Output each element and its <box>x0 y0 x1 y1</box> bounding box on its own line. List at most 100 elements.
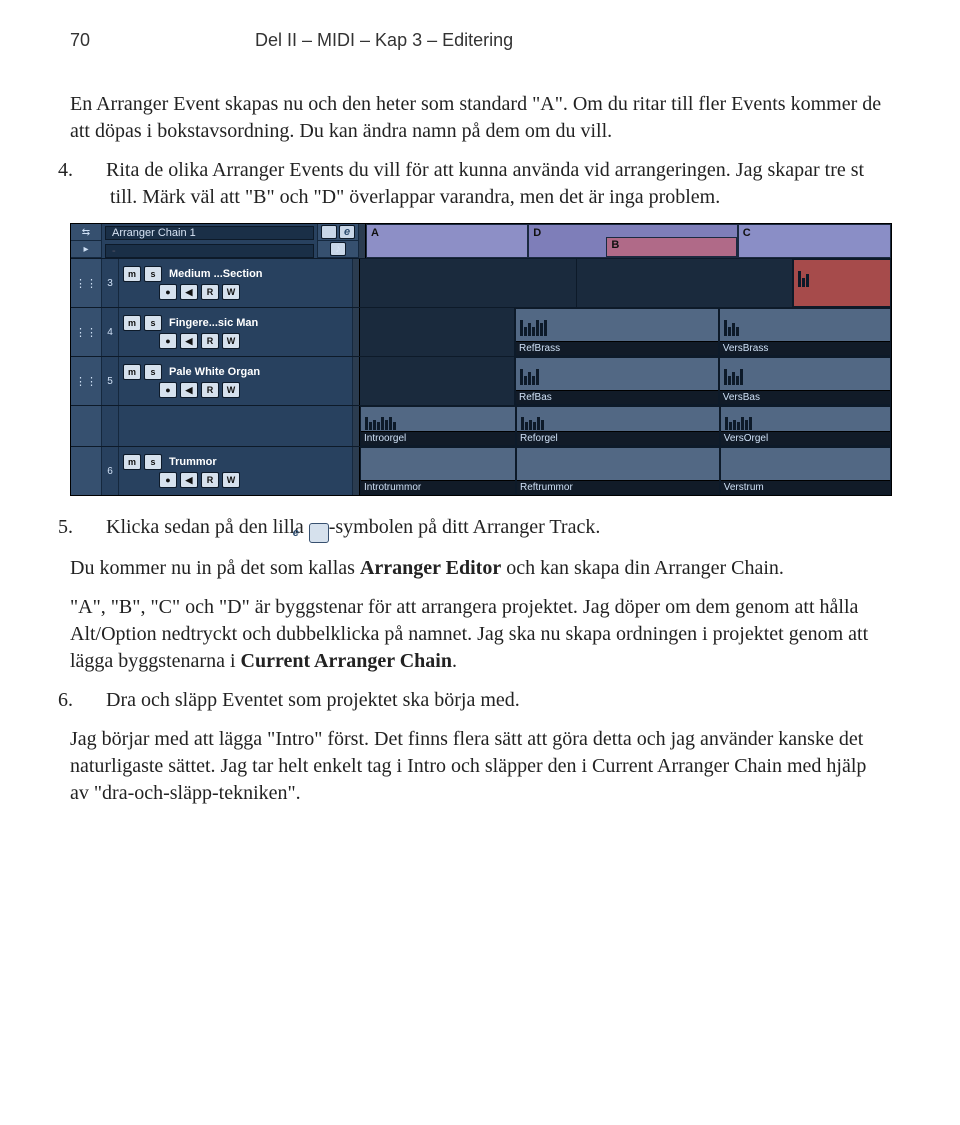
monitor-button[interactable]: ◀ <box>180 382 198 398</box>
clip-label: VersOrgel <box>721 431 890 445</box>
write-button[interactable]: W <box>222 333 240 349</box>
track-number <box>102 406 119 446</box>
monitor-button[interactable]: ◀ <box>180 284 198 300</box>
record-button[interactable]: ● <box>159 333 177 349</box>
divider <box>353 357 360 405</box>
midi-clip-refbas[interactable]: RefBas <box>515 357 719 405</box>
track-name: Fingere...sic Man <box>165 317 258 329</box>
clip-label: Introtrummor <box>361 480 515 494</box>
track-handle-icon[interactable]: ⋮⋮ <box>71 357 102 405</box>
midi-clip-refbrass[interactable]: RefBrass <box>515 308 719 356</box>
mute-button[interactable]: m <box>123 315 141 331</box>
track-lane[interactable]: RefBas VersBas <box>360 357 891 405</box>
arranger-chain-header: ⇆ ▸ Arranger Chain 1 - e ♪ A D <box>71 224 891 258</box>
arranger-note-button[interactable]: ♪ <box>330 242 346 256</box>
monitor-button[interactable]: ◀ <box>180 333 198 349</box>
track-lane[interactable]: Introtrummor Reftrummor Verstrum <box>360 447 891 495</box>
step-number: 4. <box>84 157 106 184</box>
step-5: 5.Klicka sedan på den lilla e-symbolen p… <box>70 514 890 543</box>
track-lane[interactable] <box>360 259 891 307</box>
midi-clip-reftrummor[interactable]: Reftrummor <box>516 447 720 495</box>
mute-button[interactable]: m <box>123 454 141 470</box>
midi-clip-verstrum[interactable]: Verstrum <box>720 447 891 495</box>
divider <box>359 224 366 258</box>
mute-button[interactable]: m <box>123 364 141 380</box>
document-page: 70 Del II – MIDI – Kap 3 – Editering En … <box>0 0 960 869</box>
track-header[interactable]: m s Pale White Organ ● ◀ R W <box>119 357 353 405</box>
solo-button[interactable]: s <box>144 266 162 282</box>
write-button[interactable]: W <box>222 472 240 488</box>
arranger-prev-button[interactable] <box>321 225 337 239</box>
mute-button[interactable]: m <box>123 266 141 282</box>
track-handle-icon[interactable]: ⋮⋮ <box>71 308 102 356</box>
arranger-event-c[interactable]: C <box>738 224 891 258</box>
paragraph-building-blocks: "A", "B", "C" och "D" är byggstenar för … <box>70 594 890 675</box>
arranger-chain-sub-field[interactable]: - <box>105 244 314 258</box>
arranger-e-button[interactable]: e <box>339 225 355 239</box>
divider <box>353 259 360 307</box>
arranger-event-b[interactable]: B <box>606 237 736 257</box>
paragraph-arranger-editor: Du kommer nu in på det som kallas Arrang… <box>70 555 890 582</box>
track-handle-icon[interactable] <box>71 447 102 495</box>
midi-clip-versbas[interactable]: VersBas <box>719 357 891 405</box>
step-6-text: Dra och släpp Eventet som projektet ska … <box>106 689 520 711</box>
midi-clip-versbrass[interactable]: VersBrass <box>719 308 891 356</box>
track-lane[interactable]: RefBrass VersBrass <box>360 308 891 356</box>
record-button[interactable]: ● <box>159 284 177 300</box>
track-row-4: ⋮⋮ 4 m s Fingere...sic Man ● ◀ R W <box>71 307 891 356</box>
arranger-add-icon[interactable]: ▸ <box>71 241 101 258</box>
track-row-organ-sub: Introorgel Reforgel VersOrgel <box>71 405 891 446</box>
track-lane[interactable]: Introorgel Reforgel VersOrgel <box>360 406 891 446</box>
track-handle-icon[interactable] <box>71 406 102 446</box>
solo-button[interactable]: s <box>144 364 162 380</box>
midi-clip[interactable] <box>793 259 891 307</box>
step-number: 5. <box>84 514 106 541</box>
record-button[interactable]: ● <box>159 472 177 488</box>
arranger-chain-buttons: e ♪ <box>318 224 359 258</box>
clip-label: RefBrass <box>516 341 718 355</box>
solo-button[interactable]: s <box>144 315 162 331</box>
track-handle-icon[interactable]: ⋮⋮ <box>71 259 102 307</box>
arranger-event-a[interactable]: A <box>366 224 528 258</box>
track-header[interactable]: m s Trummor ● ◀ R W <box>119 447 353 495</box>
chapter-title: Del II – MIDI – Kap 3 – Editering <box>255 30 513 50</box>
read-button[interactable]: R <box>201 472 219 488</box>
arranger-events-lane[interactable]: A D B C <box>366 224 891 258</box>
page-number: 70 <box>70 30 110 51</box>
paragraph-intro: En Arranger Event skapas nu och den hete… <box>70 91 890 145</box>
empty-region <box>577 259 794 307</box>
arranger-expand-icon[interactable]: ⇆ <box>71 224 101 241</box>
clip-label: VersBas <box>720 390 890 404</box>
track-name: Pale White Organ <box>165 366 260 378</box>
e-icon: e <box>309 523 329 543</box>
midi-clip-versorgel[interactable]: VersOrgel <box>720 406 891 446</box>
track-number: 3 <box>102 259 119 307</box>
bold-term: Arranger Editor <box>360 557 501 579</box>
divider <box>353 447 360 495</box>
monitor-button[interactable]: ◀ <box>180 472 198 488</box>
track-number: 5 <box>102 357 119 405</box>
arranger-chain-name-field[interactable]: Arranger Chain 1 <box>105 226 314 240</box>
divider <box>353 308 360 356</box>
write-button[interactable]: W <box>222 284 240 300</box>
paragraph-intro-drop: Jag börjar med att lägga "Intro" först. … <box>70 726 890 807</box>
track-number: 6 <box>102 447 119 495</box>
step-5-text-b: -symbolen på ditt Arranger Track. <box>329 516 601 538</box>
read-button[interactable]: R <box>201 284 219 300</box>
read-button[interactable]: R <box>201 382 219 398</box>
step-5-text-a: Klicka sedan på den lilla <box>106 516 309 538</box>
step-4-text: Rita de olika Arranger Events du vill fö… <box>106 159 864 208</box>
midi-clip-reforgel[interactable]: Reforgel <box>516 406 720 446</box>
track-header[interactable]: m s Fingere...sic Man ● ◀ R W <box>119 308 353 356</box>
empty-region <box>360 357 515 405</box>
midi-clip-introtrummor[interactable]: Introtrummor <box>360 447 516 495</box>
track-header[interactable]: m s Medium ...Section ● ◀ R W <box>119 259 353 307</box>
track-name: Medium ...Section <box>165 268 263 280</box>
clip-label: RefBas <box>516 390 718 404</box>
record-button[interactable]: ● <box>159 382 177 398</box>
midi-clip-introorgel[interactable]: Introorgel <box>360 406 516 446</box>
arranger-event-d[interactable]: D B <box>528 224 738 258</box>
write-button[interactable]: W <box>222 382 240 398</box>
read-button[interactable]: R <box>201 333 219 349</box>
solo-button[interactable]: s <box>144 454 162 470</box>
